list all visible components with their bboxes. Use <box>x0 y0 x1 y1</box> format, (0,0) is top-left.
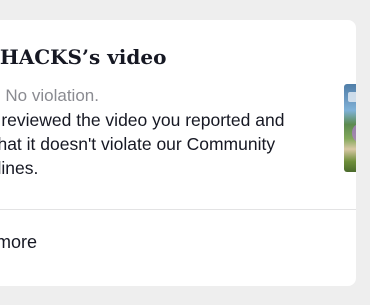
status-text: us: No violation. <box>0 86 99 105</box>
report-result-card: T HACKS’s video us: No violation. ve rev… <box>0 20 356 286</box>
divider <box>0 209 356 210</box>
view-more-link[interactable]: w more <box>0 229 37 255</box>
card-title: T HACKS’s video <box>0 45 167 69</box>
result-message: ve reviewed the video you reported and d… <box>0 110 285 178</box>
notification-screen: T HACKS’s video us: No violation. ve rev… <box>0 0 370 305</box>
video-thumbnail[interactable] <box>344 84 356 172</box>
